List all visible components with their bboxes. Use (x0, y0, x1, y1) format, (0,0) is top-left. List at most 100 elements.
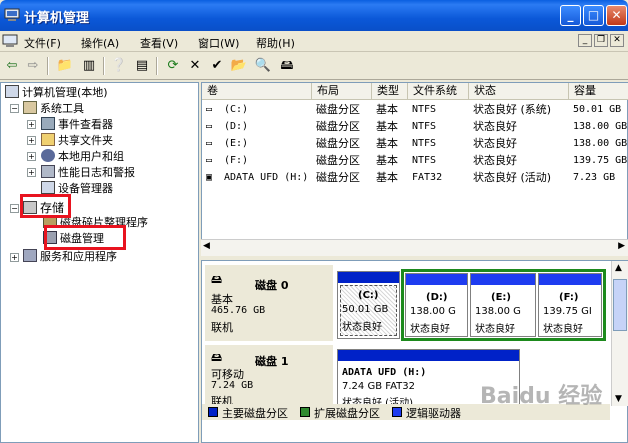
forward-icon[interactable]: ⇨ (24, 57, 42, 75)
mmc-icon[interactable] (2, 34, 18, 48)
tree-system-tools[interactable]: 系统工具 (23, 101, 84, 117)
menu-file[interactable]: 文件(F) (24, 35, 61, 51)
col-type[interactable]: 类型 (372, 83, 408, 100)
col-layout[interactable]: 布局 (312, 83, 372, 100)
cell-type: 基本 (376, 154, 398, 167)
tree-services[interactable]: 服务和应用程序 (23, 249, 117, 265)
cell-type: 基本 (376, 120, 398, 133)
table-horizontal-scrollbar[interactable]: ◀ ▶ (201, 239, 628, 256)
partition-f[interactable]: (F:) 139.75 GI 状态良好 (538, 273, 602, 337)
partition-label: (C:) (358, 290, 379, 301)
scroll-thumb[interactable] (613, 279, 627, 331)
legend-logical: 逻辑驱动器 (406, 407, 461, 420)
expander-event-viewer[interactable]: + (27, 120, 36, 129)
cell-filesystem: NTFS (412, 121, 437, 132)
event-viewer-icon (41, 117, 55, 130)
cell-layout: 磁盘分区 (316, 120, 360, 133)
expander-storage[interactable]: − (10, 204, 19, 213)
search-icon[interactable]: 🔍 (254, 57, 272, 75)
partition-h-header (338, 350, 519, 361)
tree-system-tools-label: 系统工具 (40, 102, 84, 115)
tree-perf-logs-label: 性能日志和警报 (58, 166, 135, 179)
legend-swatch-extended (300, 407, 310, 417)
title-bar[interactable]: 计算机管理 _ □ ✕ (0, 0, 628, 31)
cell-type: 基本 (376, 171, 398, 184)
tree-root[interactable]: 计算机管理(本地) (5, 85, 108, 101)
expander-perf-logs[interactable]: + (27, 168, 36, 177)
highlight-disk-management (44, 225, 126, 250)
show-tree-icon[interactable]: ▥ (80, 57, 98, 75)
users-icon (41, 149, 55, 162)
tree-perf-logs[interactable]: 性能日志和警报 (41, 165, 135, 181)
minimize-button[interactable]: _ (560, 5, 581, 26)
scroll-right-icon[interactable]: ▶ (618, 241, 625, 251)
col-volume[interactable]: 卷 (202, 83, 312, 100)
close-button[interactable]: ✕ (606, 5, 627, 26)
legend-swatch-logical (392, 407, 402, 417)
disk-1-label[interactable]: 🖴 磁盘 1 可移动 7.24 GB 联机 (205, 345, 333, 408)
partition-d[interactable]: (D:) 138.00 G 状态良好 (405, 273, 468, 337)
col-filesystem[interactable]: 文件系统 (408, 83, 469, 100)
partition-size: 138.00 G (410, 306, 456, 317)
partition-label: (D:) (426, 292, 448, 303)
cell-layout: 磁盘分区 (316, 103, 360, 116)
partition-d-header (406, 274, 467, 285)
partition-f-header (539, 274, 601, 285)
refresh-icon[interactable]: ⟳ (164, 57, 182, 75)
expander-shared-folders[interactable]: + (27, 136, 36, 145)
scroll-down-icon[interactable]: ▼ (615, 394, 622, 404)
menu-window[interactable]: 窗口(W) (198, 35, 239, 51)
shared-folder-icon (41, 133, 55, 146)
tree-event-viewer[interactable]: 事件查看器 (41, 117, 113, 133)
scroll-left-icon[interactable]: ◀ (203, 241, 210, 251)
partition-e[interactable]: (E:) 138.00 G 状态良好 (470, 273, 536, 337)
device-manager-icon (41, 181, 55, 194)
drive-icon: ▭ (206, 138, 213, 149)
expander-local-users[interactable]: + (27, 152, 36, 161)
mdi-restore-button[interactable]: ❐ (594, 34, 608, 47)
partition-e-header (471, 274, 535, 285)
scroll-up-icon[interactable]: ▲ (615, 263, 622, 273)
menu-help[interactable]: 帮助(H) (256, 35, 295, 51)
disk-1-size: 7.24 GB (211, 380, 254, 391)
menu-view[interactable]: 查看(V) (140, 35, 178, 51)
partition-size: 50.01 GB (342, 304, 389, 315)
cell-status: 状态良好 (活动) (473, 171, 552, 184)
tree-local-users[interactable]: 本地用户和组 (41, 149, 124, 165)
disk-0-label[interactable]: 🖴 磁盘 0 基本 465.76 GB 联机 (205, 265, 333, 341)
menu-action[interactable]: 操作(A) (81, 35, 119, 51)
up-folder-icon[interactable]: 📁 (56, 57, 74, 75)
mdi-close-button[interactable]: ✕ (610, 34, 624, 47)
disk-0-name: 磁盘 0 (255, 279, 289, 292)
cell-filesystem: NTFS (412, 155, 437, 166)
cell-capacity: 138.00 GB (573, 121, 628, 132)
expander-system-tools[interactable]: − (10, 104, 19, 113)
maximize-button[interactable]: □ (583, 5, 604, 26)
legend-swatch-primary (208, 407, 218, 417)
partition-size: 138.00 G (475, 306, 521, 317)
col-status[interactable]: 状态 (469, 83, 569, 100)
computer-icon (5, 85, 19, 98)
cell-filesystem: NTFS (412, 138, 437, 149)
properties-icon[interactable]: ▤ (133, 57, 151, 75)
cell-filesystem: NTFS (412, 104, 437, 115)
partition-c[interactable]: (C:) 50.01 GB 状态良好 (337, 271, 400, 339)
toolbar-separator (103, 57, 105, 75)
mdi-minimize-button[interactable]: _ (578, 34, 592, 47)
partition-status: 状态良好 (475, 324, 515, 335)
legend-extended: 扩展磁盘分区 (314, 407, 380, 420)
cell-type: 基本 (376, 103, 398, 116)
back-icon[interactable]: ⇦ (3, 57, 21, 75)
partition-label: ADATA UFD (H:) (342, 367, 427, 378)
tree-shared-folders[interactable]: 共享文件夹 (41, 133, 113, 149)
col-capacity[interactable]: 容量 (569, 83, 628, 100)
disk-vertical-scrollbar[interactable]: ▲ ▼ (611, 261, 628, 406)
check-icon[interactable]: ✔ (208, 57, 226, 75)
open-folder-icon[interactable]: 📂 (230, 57, 248, 75)
help-icon[interactable]: ❔ (110, 57, 128, 75)
cell-layout: 磁盘分区 (316, 171, 360, 184)
cell-capacity: 138.00 GB (573, 138, 628, 149)
expander-services[interactable]: + (10, 253, 19, 262)
disk-icon[interactable]: 🖴 (278, 57, 296, 75)
delete-icon[interactable]: ✕ (186, 57, 204, 75)
